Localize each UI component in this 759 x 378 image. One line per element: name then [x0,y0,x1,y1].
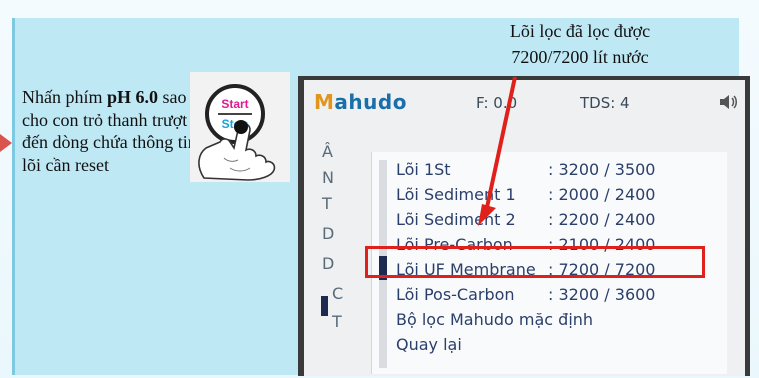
device-screen: Mahudo F: 0.0 TDS: 4 Â N T D D C T Lõi 1… [304,80,745,376]
callout-text: Lõi lọc đã lọc được 7200/7200 lít nước [420,18,740,70]
instruction-key-name: pH 6.0 [107,87,159,107]
row-label: Lõi Sediment 1 [396,185,516,204]
row-value: : 2000 / 2400 [548,185,656,204]
row-label: Lõi Sediment 2 [396,210,516,229]
slide: Nhấn phím pH 6.0 sao cho con trỏ thanh t… [0,0,759,378]
instruction-text: Nhấn phím pH 6.0 sao cho con trỏ thanh t… [22,86,200,176]
row-label: Lõi 1St [396,160,451,179]
row-value: : 2200 / 2400 [548,210,656,229]
background-menu-item: C [332,284,344,303]
row-label: Bộ lọc Mahudo mặc định [396,310,594,329]
row-label: Quay lại [396,335,462,354]
pointing-hand-icon [198,120,276,181]
background-cursor [321,296,328,316]
logo-rest: ahudo [334,90,407,114]
row-label: Lõi Pos-Carbon [396,285,515,304]
background-menu-item: N [322,168,334,187]
background-menu-item: Â [322,142,333,161]
logo-initial: M [314,90,335,114]
instruction-prefix: Nhấn phím [22,87,107,107]
start-label: Start [221,97,249,111]
background-menu-item: T [332,312,342,331]
device-photo: Mahudo F: 0.0 TDS: 4 Â N T D D C T Lõi 1… [298,76,750,376]
callout-line-2: 7200/7200 lít nước [511,47,649,67]
device-status-bar: Mahudo F: 0.0 TDS: 4 [304,80,745,124]
pointer-arrow-icon [0,134,12,152]
start-stop-key-image: Start Stop [190,72,290,182]
background-menu-item: T [322,194,332,213]
background-menu-item: D [322,254,335,273]
f-reading: F: 0.0 [476,94,518,112]
background-menu-item: D [322,224,335,243]
tds-reading: TDS: 4 [580,94,630,112]
key-divider [218,113,252,115]
selected-row-highlight [365,246,705,278]
row-value: : 3200 / 3600 [548,285,656,304]
callout-line-1: Lõi lọc đã lọc được [509,21,651,41]
row-value: : 3200 / 3500 [548,160,656,179]
brand-logo: Mahudo [314,90,407,114]
speaker-icon[interactable] [718,92,738,112]
